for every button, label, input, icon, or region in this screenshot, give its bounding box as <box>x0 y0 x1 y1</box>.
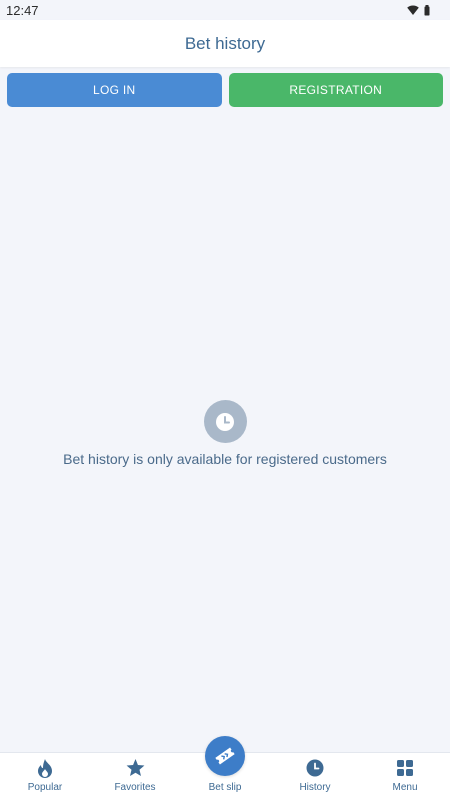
status-time: 12:47 <box>6 2 39 18</box>
flame-icon <box>37 758 53 778</box>
tab-label: Bet slip <box>208 782 242 793</box>
tab-label: Menu <box>392 782 418 793</box>
ticket-icon <box>205 736 245 776</box>
registration-button[interactable]: REGISTRATION <box>228 73 443 107</box>
tab-label: History <box>299 782 331 793</box>
page-title: Bet history <box>184 33 266 53</box>
grid-icon <box>397 758 413 778</box>
status-icons <box>407 4 430 16</box>
tab-popular[interactable]: Popular <box>0 753 90 800</box>
clock-icon <box>203 400 247 443</box>
empty-state: Bet history is only available for regist… <box>0 400 450 467</box>
clock-icon <box>306 758 324 778</box>
empty-state-message: Bet history is only available for regist… <box>63 451 387 467</box>
app-header: Bet history <box>0 20 450 67</box>
auth-buttons: LOG IN REGISTRATION <box>7 73 443 107</box>
battery-icon <box>424 4 430 15</box>
star-icon <box>126 758 145 778</box>
wifi-icon <box>407 5 419 15</box>
tab-label: Popular <box>27 782 63 793</box>
login-button[interactable]: LOG IN <box>7 73 222 107</box>
tab-menu[interactable]: Menu <box>360 753 450 800</box>
tab-history[interactable]: History <box>270 753 360 800</box>
bottom-tab-bar: Popular Favorites Bet slip History Menu <box>0 736 450 800</box>
tab-label: Favorites <box>114 782 156 793</box>
tab-bet-slip[interactable]: Bet slip <box>180 736 270 800</box>
tab-favorites[interactable]: Favorites <box>90 753 180 800</box>
status-bar: 12:47 <box>0 0 450 20</box>
